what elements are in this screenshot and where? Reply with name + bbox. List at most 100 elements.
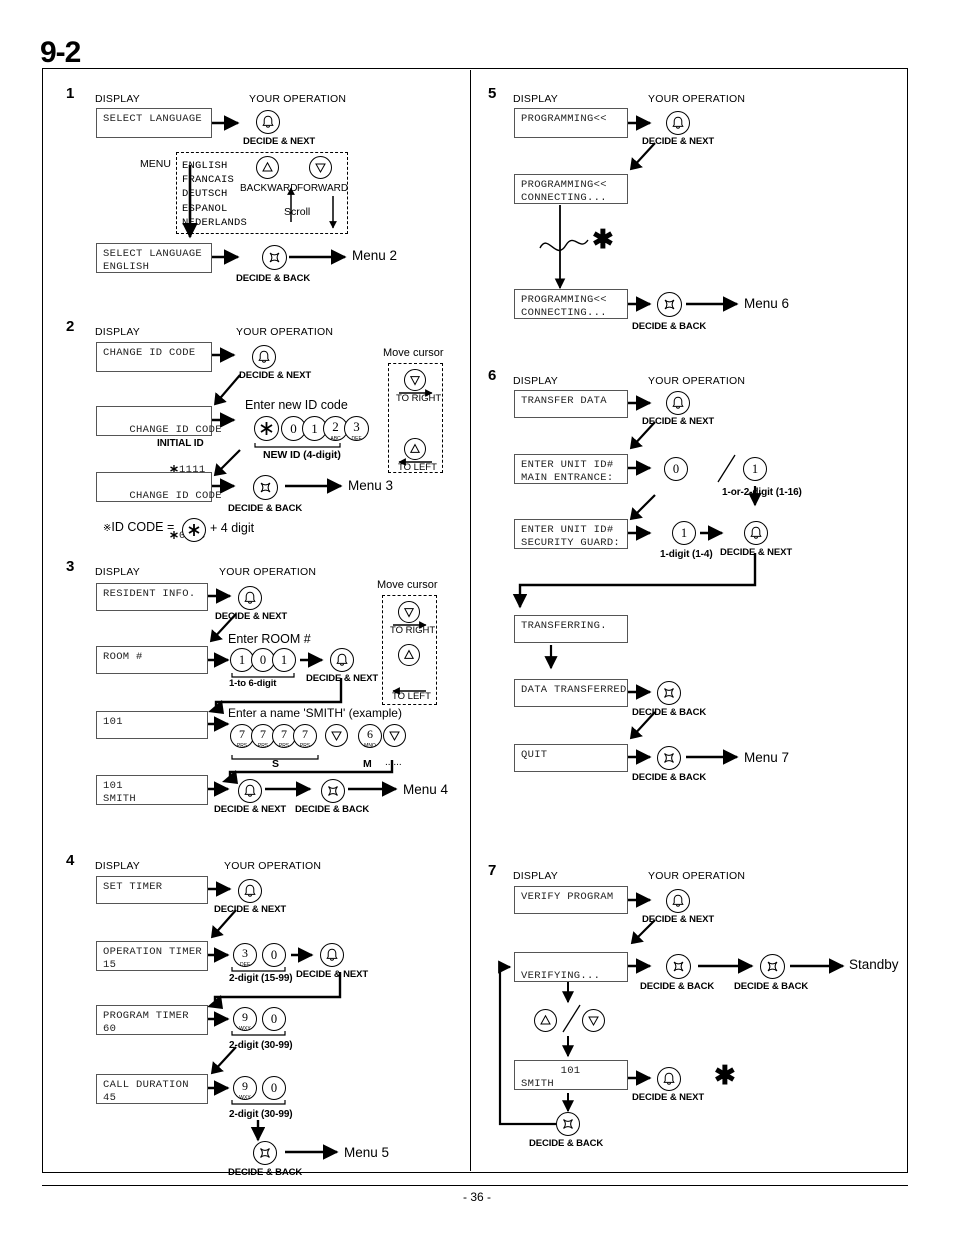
room-digit-caption: 1-to 6-digit bbox=[229, 678, 277, 689]
key-0[interactable]: 0 bbox=[664, 457, 688, 481]
section-2-next-menu: Menu 3 bbox=[348, 478, 394, 493]
key-digit: 7 bbox=[302, 727, 308, 741]
key-6[interactable]: 6 MNO bbox=[358, 724, 382, 749]
lcd-101-smith: 101 SMITH bbox=[96, 775, 208, 805]
backward-label: BACKWARD bbox=[240, 183, 298, 194]
section-2-display-header: DISPLAY bbox=[95, 326, 140, 338]
section-1-operation-header: YOUR OPERATION bbox=[249, 93, 347, 105]
section-6-number: 6 bbox=[488, 367, 497, 384]
key-3[interactable]: 3 DEF bbox=[344, 416, 369, 442]
id-code-note: ※ID CODE = bbox=[103, 520, 175, 534]
section-1-decide-next-label: DECIDE & NEXT bbox=[243, 136, 316, 147]
decide-back-button[interactable] bbox=[657, 681, 681, 705]
lcd-select-language-english: SELECT LANGUAGE ENGLISH bbox=[96, 243, 212, 273]
section-5-display-header: DISPLAY bbox=[513, 93, 558, 105]
decide-next-button[interactable] bbox=[238, 879, 262, 903]
decide-back-button[interactable] bbox=[321, 779, 345, 803]
section-7-number: 7 bbox=[488, 862, 497, 879]
section-6-decide-back-label-2: DECIDE & BACK bbox=[632, 772, 707, 783]
key-0[interactable]: 0 bbox=[262, 943, 286, 967]
to-right-label: TO RIGHT bbox=[390, 625, 436, 636]
lcd-programming: PROGRAMMING<< bbox=[514, 108, 628, 138]
backward-triangle-up-icon[interactable] bbox=[534, 1009, 557, 1032]
decide-next-button[interactable] bbox=[666, 111, 690, 135]
backward-triangle-up-icon[interactable] bbox=[256, 156, 279, 179]
key-digit: 9 bbox=[242, 1079, 248, 1093]
decide-next-button[interactable] bbox=[252, 345, 276, 369]
to-right-label: TO RIGHT bbox=[396, 393, 442, 404]
decide-next-button[interactable] bbox=[320, 943, 344, 967]
lcd-room-number: ROOM # bbox=[96, 646, 208, 674]
letter-s-label: S bbox=[272, 758, 279, 770]
decide-next-button[interactable] bbox=[657, 1067, 681, 1091]
move-cursor-label: Move cursor bbox=[383, 347, 444, 359]
section-2-decide-next-label: DECIDE & NEXT bbox=[239, 370, 312, 381]
forward-triangle-down-icon[interactable] bbox=[582, 1009, 605, 1032]
key-digit: 2 bbox=[332, 419, 339, 434]
key-letters: MNO bbox=[364, 743, 376, 749]
section-3-decide-next-label: DECIDE & NEXT bbox=[215, 611, 288, 622]
key-0[interactable]: 0 bbox=[262, 1076, 286, 1100]
scroll-label: Scroll bbox=[284, 206, 311, 218]
key-digit: 9 bbox=[242, 1010, 248, 1024]
key-9[interactable]: 9 WXY bbox=[233, 1076, 257, 1101]
decide-back-button[interactable] bbox=[262, 245, 287, 270]
program-timer-caption: 2-digit (30-99) bbox=[229, 1040, 293, 1051]
lcd-line-1: CHANGE ID CODE bbox=[129, 424, 222, 436]
forward-triangle-down-icon[interactable] bbox=[325, 724, 348, 747]
lcd-resident-info: RESIDENT INFO. bbox=[96, 583, 208, 611]
decide-next-button[interactable] bbox=[238, 586, 262, 610]
lcd-operation-timer: OPERATION TIMER 15 bbox=[96, 941, 208, 971]
section-2-operation-header: YOUR OPERATION bbox=[236, 326, 334, 338]
section-7-display-header: DISPLAY bbox=[513, 870, 558, 882]
key-digit: 7 bbox=[239, 727, 245, 741]
key-9[interactable]: 9 WXY bbox=[233, 1007, 257, 1032]
section-1-next-menu: Menu 2 bbox=[352, 248, 398, 263]
decide-next-button[interactable] bbox=[666, 391, 690, 415]
decide-next-button[interactable] bbox=[256, 110, 280, 134]
footer-page-number: - 36 - bbox=[462, 1190, 491, 1204]
decide-back-button[interactable] bbox=[666, 954, 691, 979]
cursor-right-triangle-down-icon[interactable] bbox=[404, 369, 426, 391]
lcd-set-timer: SET TIMER bbox=[96, 876, 208, 904]
decide-next-button[interactable] bbox=[330, 648, 354, 672]
decide-back-button[interactable] bbox=[657, 746, 681, 770]
decide-back-button[interactable] bbox=[253, 1141, 277, 1165]
section-5-next-menu: Menu 6 bbox=[744, 296, 790, 311]
forward-triangle-down-icon-2[interactable] bbox=[383, 724, 406, 747]
key-asterisk[interactable] bbox=[254, 416, 279, 441]
lcd-quit: QUIT bbox=[514, 744, 628, 772]
section-2-number: 2 bbox=[66, 318, 75, 335]
key-1[interactable]: 1 bbox=[743, 457, 767, 481]
decide-back-button[interactable] bbox=[253, 475, 278, 500]
key-3[interactable]: 3 DEF bbox=[233, 943, 257, 968]
lcd-change-id-initial: CHANGE ID CODE 1111 bbox=[96, 406, 222, 476]
key-1[interactable]: 1 bbox=[672, 521, 696, 545]
cursor-left-triangle-up-icon[interactable] bbox=[398, 644, 420, 666]
section-3-next-menu: Menu 4 bbox=[403, 782, 449, 797]
decide-next-button[interactable] bbox=[744, 521, 768, 545]
key-room-1b[interactable]: 1 bbox=[272, 648, 296, 672]
cursor-right-triangle-down-icon[interactable] bbox=[398, 601, 420, 623]
footer-rule bbox=[42, 1185, 908, 1186]
forward-triangle-down-icon[interactable] bbox=[309, 156, 332, 179]
key-0[interactable]: 0 bbox=[262, 1007, 286, 1031]
unit-id-guard-caption: 1-digit (1-4) bbox=[660, 549, 713, 560]
key-letters: DEF bbox=[351, 436, 362, 442]
decide-next-button[interactable] bbox=[238, 779, 262, 803]
cursor-left-triangle-up-icon[interactable] bbox=[404, 438, 426, 460]
key-letters: PRS bbox=[299, 743, 311, 749]
decide-back-button[interactable] bbox=[657, 292, 682, 317]
key-digit: 6 bbox=[367, 727, 373, 741]
decide-back-button-2[interactable] bbox=[760, 954, 785, 979]
decide-next-button[interactable] bbox=[666, 889, 690, 913]
key-7-d[interactable]: 7 PRS bbox=[293, 724, 317, 749]
enter-name-label: Enter a name 'SMITH' (example) bbox=[228, 706, 402, 720]
decide-back-button-3[interactable] bbox=[556, 1112, 580, 1136]
lcd-programming-connecting-2: PROGRAMMING<< CONNECTING... bbox=[514, 289, 628, 319]
section-6-decide-back-label: DECIDE & BACK bbox=[632, 707, 707, 718]
unit-id-main-caption: 1-or-2-digit (1-16) bbox=[722, 487, 802, 498]
section-4-operation-header: YOUR OPERATION bbox=[224, 860, 322, 872]
section-3-operation-header: YOUR OPERATION bbox=[219, 566, 317, 578]
key-digit: 3 bbox=[242, 946, 248, 960]
